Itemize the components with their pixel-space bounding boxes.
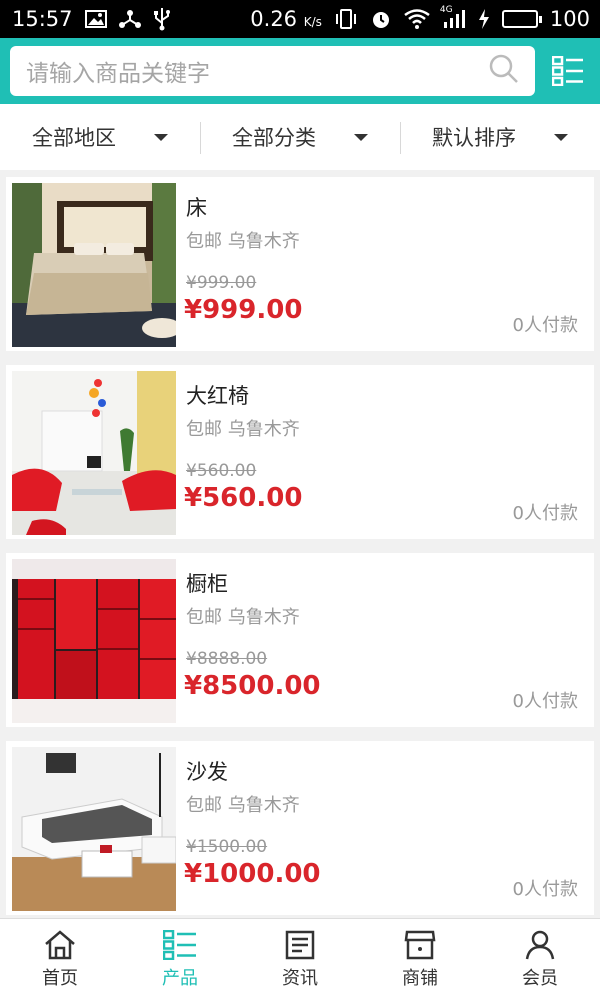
wifi-icon — [404, 9, 430, 29]
product-card[interactable]: 大红椅 包邮 乌鲁木齐 ¥560.00 ¥560.00 0人付款 — [6, 365, 594, 539]
search-input[interactable]: 请输入商品关键字 — [10, 46, 535, 96]
battery-level: 100 — [549, 7, 590, 31]
product-image-cabinet[interactable] — [12, 559, 176, 723]
nav-label: 商铺 — [402, 967, 438, 989]
nav-label: 会员 — [522, 967, 558, 989]
nav-label: 首页 — [42, 967, 78, 989]
nav-item-member[interactable]: 会员 — [480, 919, 600, 1000]
vibrate-icon — [334, 8, 358, 30]
image-icon — [84, 10, 107, 28]
nav-label: 产品 — [162, 967, 198, 989]
caret-down-icon — [554, 133, 568, 141]
product-card[interactable]: 橱柜 包邮 乌鲁木齐 ¥8888.00 ¥8500.00 0人付款 — [6, 553, 594, 727]
nav-item-store[interactable]: 商铺 — [360, 919, 480, 1000]
status-speed: 0.26 — [250, 7, 298, 31]
alarm-icon — [370, 8, 392, 30]
nav-item-products[interactable]: 产品 — [120, 919, 240, 1000]
signal-icon: 4G — [440, 5, 466, 29]
product-old-price: ¥999.00 — [186, 273, 257, 293]
product-old-price: ¥8888.00 — [186, 649, 268, 669]
product-shipping: 包邮 乌鲁木齐 — [186, 607, 300, 628]
product-card[interactable]: 床 包邮 乌鲁木齐 ¥999.00 ¥999.00 0人付款 — [6, 177, 594, 351]
search-icon[interactable] — [489, 54, 519, 88]
filter-label: 全部地区 — [32, 126, 116, 150]
nav-item-home[interactable]: 首页 — [0, 919, 120, 1000]
search-placeholder: 请输入商品关键字 — [26, 61, 210, 87]
product-paid-count: 0人付款 — [512, 691, 578, 712]
status-time: 15:57 — [12, 7, 73, 31]
product-title: 橱柜 — [186, 572, 228, 596]
product-title: 床 — [186, 196, 207, 220]
status-bar: 15:57 0.26 K/s 4G 100 — [0, 0, 600, 38]
filter-bar: 全部地区 全部分类 默认排序 — [0, 104, 600, 170]
product-title: 大红椅 — [186, 384, 249, 408]
nav-label: 资讯 — [282, 967, 318, 989]
usb-icon — [153, 7, 171, 31]
product-card[interactable]: 沙发 包邮 乌鲁木齐 ¥1500.00 ¥1000.00 0人付款 — [6, 741, 594, 915]
filter-label: 默认排序 — [432, 126, 516, 150]
caret-down-icon — [154, 133, 168, 141]
product-shipping: 包邮 乌鲁木齐 — [186, 231, 300, 252]
battery-icon — [501, 10, 542, 28]
nav-item-news[interactable]: 资讯 — [240, 919, 360, 1000]
category-menu-button[interactable] — [549, 52, 587, 90]
share-icon — [118, 9, 141, 29]
user-icon — [525, 930, 555, 959]
status-speed-unit: K/s — [303, 15, 322, 29]
list-icon — [163, 929, 196, 960]
filter-region[interactable]: 全部地区 — [0, 104, 200, 170]
product-shipping: 包邮 乌鲁木齐 — [186, 419, 300, 440]
product-title: 沙发 — [186, 760, 228, 784]
product-image-red-chair[interactable] — [12, 371, 176, 535]
filter-sort[interactable]: 默认排序 — [400, 104, 600, 170]
bottom-nav: 首页 产品 资讯 商铺 会员 — [0, 918, 600, 1000]
network-type: 4G — [439, 5, 453, 15]
news-icon — [285, 930, 315, 959]
product-image-bed[interactable] — [12, 183, 176, 347]
caret-down-icon — [354, 133, 368, 141]
product-paid-count: 0人付款 — [512, 315, 578, 336]
product-paid-count: 0人付款 — [512, 503, 578, 524]
filter-label: 全部分类 — [232, 126, 316, 150]
product-price: ¥1000.00 — [184, 859, 321, 889]
product-price: ¥560.00 — [184, 483, 303, 513]
product-price: ¥999.00 — [184, 295, 303, 325]
product-old-price: ¥560.00 — [186, 461, 257, 481]
search-header: 请输入商品关键字 — [0, 38, 600, 104]
product-paid-count: 0人付款 — [512, 879, 578, 900]
store-icon — [404, 930, 436, 959]
product-old-price: ¥1500.00 — [186, 837, 268, 857]
product-price: ¥8500.00 — [184, 671, 321, 701]
charging-icon — [478, 9, 490, 29]
product-image-sofa[interactable] — [12, 747, 176, 911]
home-icon — [45, 929, 75, 959]
filter-category[interactable]: 全部分类 — [200, 104, 400, 170]
product-shipping: 包邮 乌鲁木齐 — [186, 795, 300, 816]
list-grid-icon — [552, 56, 583, 86]
